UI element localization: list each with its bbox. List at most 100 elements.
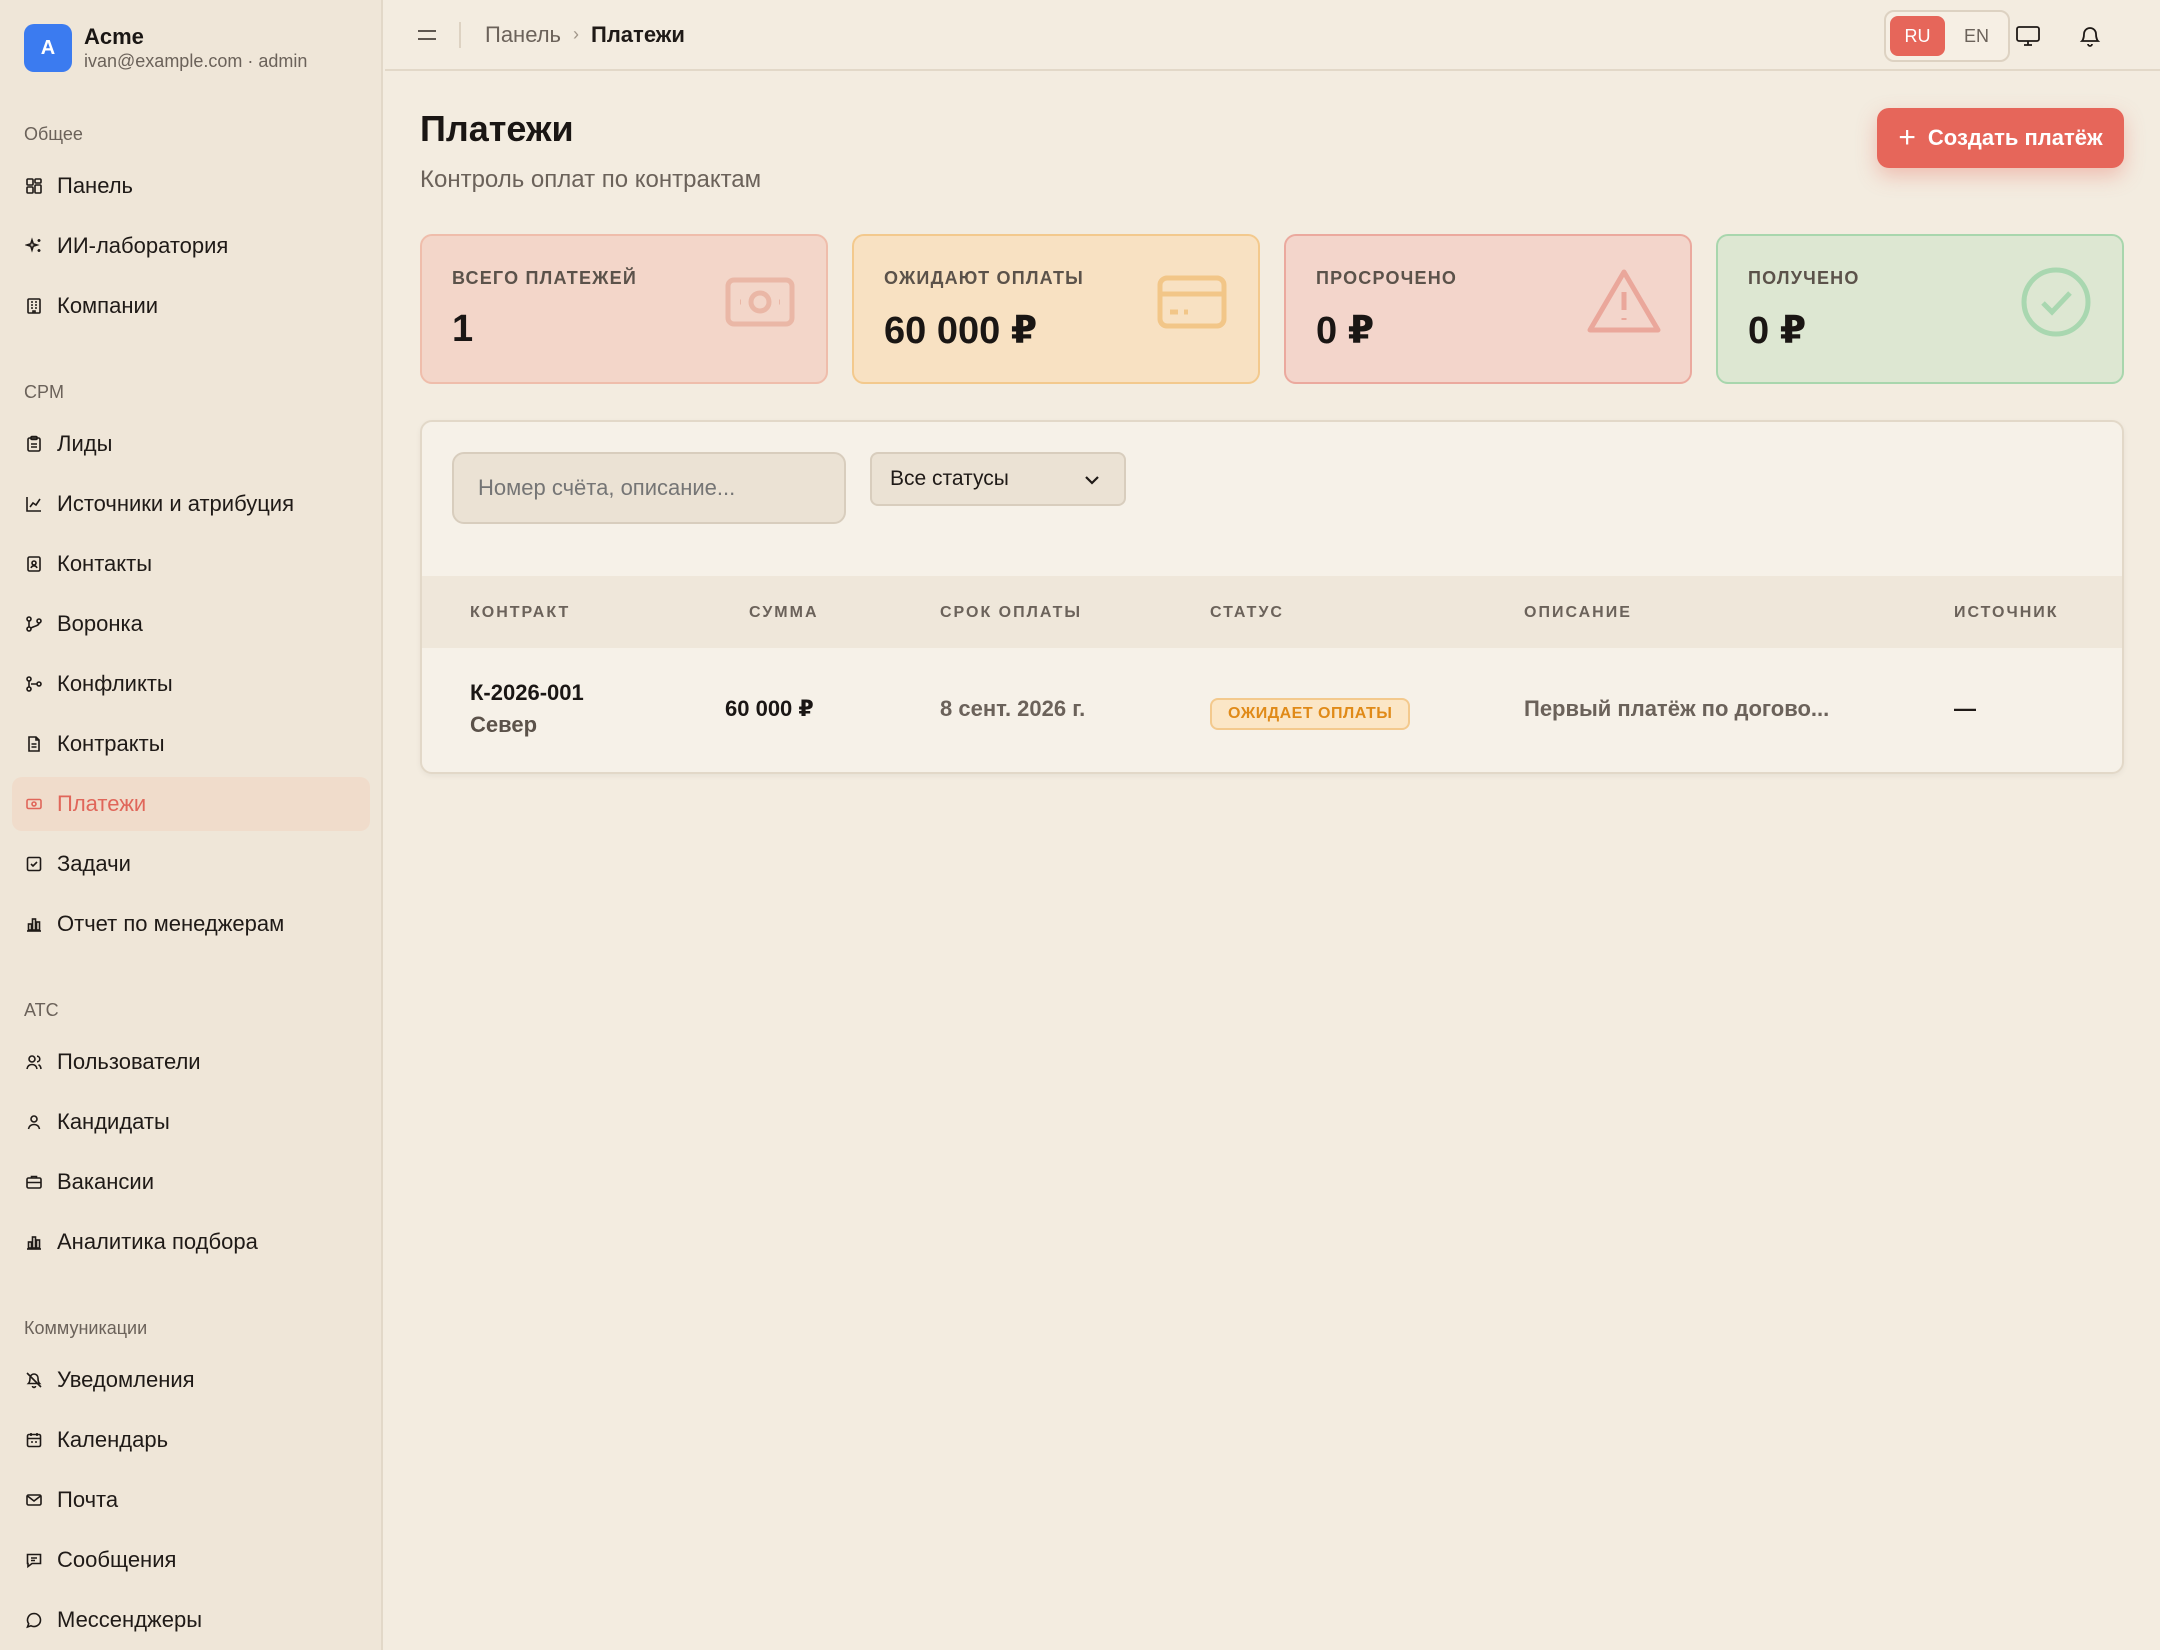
building-icon xyxy=(25,297,43,315)
chevron-down-icon xyxy=(1085,476,1099,485)
sidebar-item-label: Уведомления xyxy=(57,1367,195,1392)
sidebar-item-label: Задачи xyxy=(57,851,131,876)
sidebar-item-dashboard[interactable]: Панель xyxy=(12,159,370,213)
sidebar-item-contacts[interactable]: Контакты xyxy=(12,537,370,591)
sidebar-item-funnel[interactable]: Воронка xyxy=(12,597,370,651)
sidebar-item-sources[interactable]: Источники и атрибуция xyxy=(12,477,370,531)
monitor-icon xyxy=(2016,26,2040,46)
column-header-contract[interactable]: КОНТРАКТ xyxy=(470,604,570,622)
sidebar-item-vacancies[interactable]: Вакансии xyxy=(12,1155,370,1209)
sidebar-item-label: Платежи xyxy=(57,791,147,816)
payment-amount: 60 000 ₽ xyxy=(725,696,814,721)
stat-label: ПРОСРОЧЕНО xyxy=(1316,268,1458,288)
mail-icon xyxy=(25,1491,43,1509)
document-icon xyxy=(25,735,43,753)
stat-card-total: ВСЕГО ПЛАТЕЖЕЙ 1 xyxy=(420,234,828,384)
sidebar-item-label: Вакансии xyxy=(57,1169,154,1194)
sidebar-item-payments[interactable]: Платежи xyxy=(12,777,370,831)
calendar-icon xyxy=(25,1431,43,1449)
payments-panel: Все статусы КОНТРАКТ СУММА СРОК ОПЛАТЫ С… xyxy=(420,420,2124,774)
sidebar-item-conflicts[interactable]: Конфликты xyxy=(12,657,370,711)
plus-icon: + xyxy=(1898,121,1916,154)
section-title-general: Общее xyxy=(24,124,83,144)
sidebar-item-manager-report[interactable]: Отчет по менеджерам xyxy=(12,897,370,951)
sidebar-item-calendar[interactable]: Календарь xyxy=(12,1413,370,1467)
user-icon xyxy=(25,1113,43,1131)
contact-icon xyxy=(25,555,43,573)
sidebar-item-ai-lab[interactable]: ИИ-лаборатория xyxy=(12,219,370,273)
topbar: Панель › Платежи RU EN xyxy=(385,0,2160,71)
bell-icon xyxy=(2079,27,2101,47)
menu-toggle-button[interactable] xyxy=(415,23,439,47)
lang-en-button[interactable]: EN xyxy=(1949,16,2004,56)
stat-card-pending: ОЖИДАЮТ ОПЛАТЫ 60 000 ₽ xyxy=(852,234,1260,384)
message-circle-icon xyxy=(25,1611,43,1629)
column-header-source[interactable]: ИСТОЧНИК xyxy=(1954,604,2059,622)
message-square-icon xyxy=(25,1551,43,1569)
status-badge: ОЖИДАЕТ ОПЛАТЫ xyxy=(1210,698,1411,730)
create-payment-button[interactable]: + Создать платёж xyxy=(1877,108,2124,168)
sidebar-item-label: ИИ-лаборатория xyxy=(57,233,229,258)
payment-source: — xyxy=(1954,696,1976,721)
menu-icon xyxy=(418,29,436,40)
brand-avatar: A xyxy=(24,24,72,72)
status-select-value: Все статусы xyxy=(890,467,1009,490)
contract-number[interactable]: К-2026-001 xyxy=(470,680,584,706)
sidebar-item-messages[interactable]: Сообщения xyxy=(12,1533,370,1587)
bar-chart-icon xyxy=(25,915,43,933)
payment-due-date: 8 сент. 2026 г. xyxy=(940,696,1086,721)
sidebar-item-label: Контракты xyxy=(57,731,165,756)
banknote-icon xyxy=(725,277,795,327)
sidebar-item-hiring-analytics[interactable]: Аналитика подбора xyxy=(12,1215,370,1269)
column-header-description[interactable]: ОПИСАНИЕ xyxy=(1524,604,1632,622)
sidebar-item-candidates[interactable]: Кандидаты xyxy=(12,1095,370,1149)
contract-company: Север xyxy=(470,712,538,737)
sidebar-item-label: Календарь xyxy=(57,1427,169,1452)
table-header: КОНТРАКТ СУММА СРОК ОПЛАТЫ СТАТУС ОПИСАН… xyxy=(422,576,2122,648)
section-title-ats: ATC xyxy=(24,1000,59,1020)
search-input[interactable] xyxy=(452,452,846,524)
sidebar-item-label: Отчет по менеджерам xyxy=(57,911,285,936)
column-header-amount[interactable]: СУММА xyxy=(749,604,819,622)
sidebar-item-label: Мессенджеры xyxy=(57,1607,203,1632)
brand[interactable]: A Acme ivan@example.com · admin xyxy=(0,0,381,72)
sparkles-icon xyxy=(25,237,43,255)
notifications-button[interactable] xyxy=(2076,22,2104,50)
sidebar-item-users[interactable]: Пользователи xyxy=(12,1035,370,1089)
sidebar-item-label: Компании xyxy=(57,293,159,318)
breadcrumb-dashboard[interactable]: Панель xyxy=(485,22,561,48)
stat-card-received: ПОЛУЧЕНО 0 ₽ xyxy=(1716,234,2124,384)
sidebar-item-messengers[interactable]: Мессенджеры xyxy=(12,1593,370,1647)
status-select[interactable]: Все статусы xyxy=(870,452,1126,506)
sidebar-item-tasks[interactable]: Задачи xyxy=(12,837,370,891)
sidebar-item-mail[interactable]: Почта xyxy=(12,1473,370,1527)
topbar-divider xyxy=(459,21,461,48)
display-button[interactable] xyxy=(2014,22,2042,50)
dashboard-icon xyxy=(25,177,43,195)
column-header-due-date[interactable]: СРОК ОПЛАТЫ xyxy=(940,604,1082,622)
page-title: Платежи xyxy=(420,108,574,149)
bar-chart-icon xyxy=(25,1233,43,1251)
sidebar-item-label: Кандидаты xyxy=(57,1109,170,1134)
sidebar-item-leads[interactable]: Лиды xyxy=(12,417,370,471)
breadcrumb: Панель › Платежи xyxy=(485,22,685,48)
sidebar-item-companies[interactable]: Компании xyxy=(12,279,370,333)
chevron-right-icon: › xyxy=(573,24,580,44)
sidebar-item-notifications[interactable]: Уведомления xyxy=(12,1353,370,1407)
sidebar-item-contracts[interactable]: Контракты xyxy=(12,717,370,771)
stat-value: 1 xyxy=(452,308,474,350)
lang-ru-button[interactable]: RU xyxy=(1890,16,1945,56)
language-switch: RU EN xyxy=(1884,10,2010,62)
banknote-icon xyxy=(25,795,43,813)
brand-account: ivan@example.com · admin xyxy=(84,51,308,71)
payment-description: Первый платёж по догово... xyxy=(1524,696,1830,721)
stat-label: ВСЕГО ПЛАТЕЖЕЙ xyxy=(452,268,637,288)
sidebar-item-label: Воронка xyxy=(57,611,143,636)
checkbox-icon xyxy=(25,855,43,873)
credit-card-icon xyxy=(1157,275,1227,329)
funnel-icon xyxy=(25,615,43,633)
table-row[interactable]: К-2026-001 Север 60 000 ₽ 8 сент. 2026 г… xyxy=(422,648,2122,772)
column-header-status[interactable]: СТАТУС xyxy=(1210,604,1284,622)
git-branch-icon xyxy=(25,675,43,693)
stat-value: 0 ₽ xyxy=(1748,310,1807,352)
